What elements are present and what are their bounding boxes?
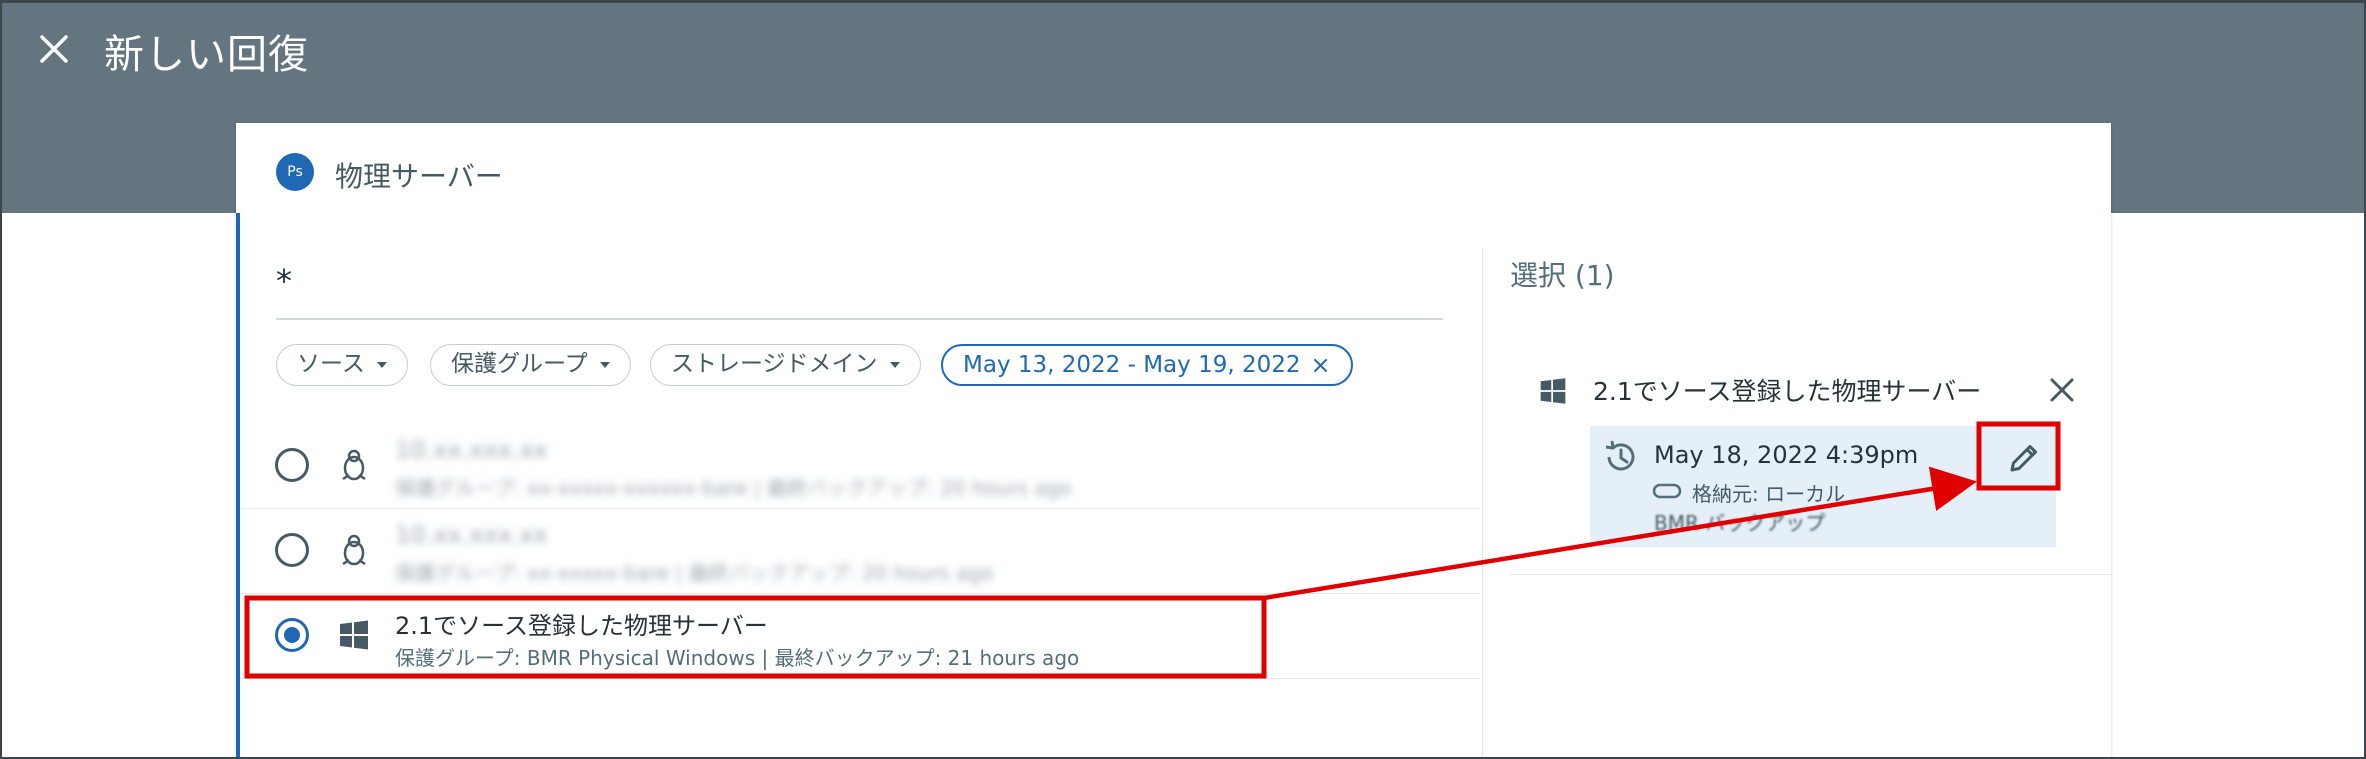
- list-item[interactable]: 10.xx.xxx.xx 保護グループ: xx-xxxxx-bare | 最終バ…: [240, 509, 1480, 593]
- close-icon[interactable]: [37, 32, 71, 66]
- remove-selection-icon[interactable]: [2046, 374, 2078, 406]
- filter-label: ソース: [297, 351, 365, 377]
- page-title: 新しい回復: [104, 32, 309, 78]
- caret-down-icon: [376, 361, 387, 368]
- history-icon: [1605, 440, 1635, 471]
- radio-button[interactable]: [275, 448, 309, 482]
- recovery-point-date: May 18, 2022 4:39pm: [1654, 441, 1919, 469]
- list-item[interactable]: 2.1でソース登録した物理サーバー 保護グループ: BMR Physical W…: [240, 594, 1480, 678]
- filter-storage-domain[interactable]: ストレージドメイン: [650, 344, 921, 386]
- filter-label: 保護グループ: [451, 351, 588, 377]
- row-name: 10.xx.xxx.xx: [395, 436, 548, 464]
- card-title: 物理サーバー: [335, 160, 503, 193]
- caret-down-icon: [889, 361, 900, 368]
- windows-icon: [340, 620, 368, 650]
- row-name: 2.1でソース登録した物理サーバー: [395, 612, 768, 640]
- row-meta: 保護グループ: xx-xxxxx-bare | 最終バックアップ: 20 hou…: [395, 561, 994, 585]
- filter-label: ストレージドメイン: [671, 351, 878, 377]
- selection-title: 選択 (1): [1510, 259, 1615, 292]
- selected-item-name: 2.1でソース登録した物理サーバー: [1593, 377, 1982, 406]
- recovery-point-storage: 格納元: ローカル: [1692, 482, 1846, 506]
- linux-icon: [342, 449, 366, 481]
- windows-icon: [1540, 378, 1566, 404]
- filter-date-range[interactable]: May 13, 2022 - May 19, 2022 ×: [941, 344, 1353, 386]
- selection-divider: [1510, 574, 2111, 575]
- radio-button-selected[interactable]: [275, 618, 309, 652]
- radio-button[interactable]: [275, 533, 309, 567]
- caret-down-icon: [599, 361, 610, 368]
- filter-source[interactable]: ソース: [276, 344, 408, 386]
- filter-protection-group[interactable]: 保護グループ: [430, 344, 631, 386]
- panel-divider: [1482, 248, 1483, 759]
- search-underline: [276, 318, 1443, 320]
- filter-label: May 13, 2022 - May 19, 2022: [963, 352, 1301, 378]
- search-input[interactable]: *: [276, 262, 292, 300]
- source-type-badge: Ps: [276, 153, 314, 191]
- recovery-point-type: BMR バックアップ: [1654, 511, 1826, 535]
- edit-icon[interactable]: [2006, 440, 2042, 476]
- storage-icon: [1652, 483, 1682, 499]
- row-meta: 保護グループ: xx-xxxxx-xxxxxx-bare | 最終バックアップ:…: [395, 476, 1072, 500]
- close-icon[interactable]: ×: [1311, 346, 1331, 385]
- linux-icon: [342, 534, 366, 566]
- list-item[interactable]: 10.xx.xxx.xx 保護グループ: xx-xxxxx-xxxxxx-bar…: [240, 424, 1480, 508]
- row-name: 10.xx.xxx.xx: [395, 521, 548, 549]
- row-meta: 保護グループ: BMR Physical Windows | 最終バックアップ:…: [395, 646, 1080, 670]
- row-divider: [240, 678, 1480, 679]
